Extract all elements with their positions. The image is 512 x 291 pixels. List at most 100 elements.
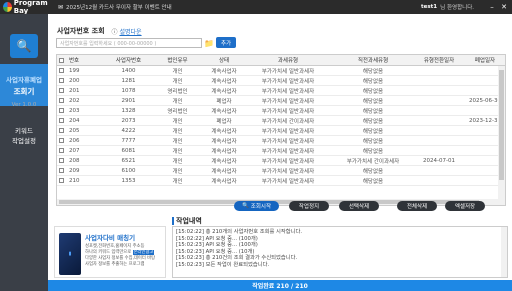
table-row[interactable]: 200 1281 개인 계속사업자 부가가치세 일반과세자 해당없음 — [57, 76, 505, 86]
table-cell: 210 — [69, 177, 80, 184]
help-link-label[interactable]: 설명다운 — [119, 29, 141, 36]
app-name: Program Bay — [13, 0, 48, 15]
title-bar: Program Bay ✉ 2025년12월 카드사 무이자 할부 이벤트 안내… — [0, 0, 512, 15]
row-checkbox[interactable] — [57, 168, 65, 173]
log-line: [15:02:23] 모든 작업이 완료되었습니다. — [176, 261, 270, 268]
table-cell: 개인 — [172, 98, 183, 105]
business-number-input[interactable]: 사업자번호를 입력하세요 ( 000-00-00000 ) — [56, 38, 202, 48]
table-cell: 부가가치세 일반과세자 — [261, 148, 315, 155]
action-bar: 🔍 조회시작 작업정지 선택삭제 전체삭제 엑셀저장 — [48, 199, 512, 213]
table-cell: 202 — [69, 97, 80, 104]
table-row[interactable]: 205 4222 개인 계속사업자 부가가치세 일반과세자 해당없음 — [57, 126, 505, 136]
column-header[interactable]: 사업자번호 — [107, 56, 150, 64]
row-checkbox[interactable] — [57, 68, 65, 73]
row-checkbox[interactable] — [57, 128, 65, 133]
column-header[interactable]: 법인유무 — [150, 56, 205, 64]
row-checkbox[interactable] — [57, 138, 65, 143]
folder-icon[interactable]: 📁 — [204, 38, 214, 48]
column-header[interactable]: 유형전환일자 — [413, 56, 465, 64]
row-checkbox[interactable] — [57, 158, 65, 163]
section-header: 사업자번호 조회 ⓘ 설명다운 — [57, 26, 142, 36]
table-cell: 해당없음 — [362, 168, 384, 175]
column-header[interactable]: 과세유형 — [243, 56, 333, 64]
table-cell: 6100 — [121, 167, 136, 174]
close-icon: ✕ — [501, 3, 507, 11]
promo-title: 사업자다비 매칭기 — [85, 234, 136, 242]
table-cell: 개인 — [172, 138, 183, 145]
table-cell: 부가가치세 일반과세자 — [261, 158, 315, 165]
results-table: 번호 사업자번호 법인유무 상태 과세유형 직전과세유형 유형전환일자 폐업일자… — [56, 54, 506, 206]
notice-banner[interactable]: ✉ 2025년12월 카드사 무이자 할부 이벤트 안내 — [58, 3, 172, 12]
user-name: test1 — [421, 4, 438, 10]
row-checkbox[interactable] — [57, 148, 65, 153]
row-checkbox[interactable] — [57, 78, 65, 83]
help-link[interactable]: ⓘ 설명다운 — [112, 27, 142, 36]
sidebar-item-label: 키워드 — [15, 127, 33, 135]
column-header[interactable]: 직전과세유형 — [333, 56, 413, 64]
log-output[interactable]: [15:02:22] 총 210개의 사업자번호 조회를 시작합니다. [15:… — [172, 226, 508, 278]
table-cell: 부가가치세 일반과세자 — [261, 98, 315, 105]
table-cell: 2024-07-01 — [423, 157, 455, 164]
table-row[interactable]: 210 1353 개인 계속사업자 부가가치세 일반과세자 해당없음 — [57, 176, 505, 186]
row-checkbox[interactable] — [57, 118, 65, 123]
vertical-scrollbar[interactable] — [498, 66, 505, 205]
notice-text[interactable]: 2025년12월 카드사 무이자 할부 이벤트 안내 — [66, 3, 172, 11]
row-checkbox[interactable] — [57, 108, 65, 113]
promo-text: 사업자 정보를 추출하는 프로그램 — [85, 262, 145, 267]
table-cell: 개인 — [172, 168, 183, 175]
table-cell: 영리법인 — [167, 88, 188, 95]
table-cell: 1281 — [121, 77, 136, 84]
add-button[interactable]: 추가 — [216, 37, 236, 48]
delete-all-button[interactable]: 전체삭제 — [397, 201, 437, 211]
sidebar-item-keyword-settings[interactable]: 키워드 작업설정 — [0, 126, 48, 146]
table-cell: 207 — [69, 147, 80, 154]
table-row[interactable]: 199 1400 개인 계속사업자 부가가치세 일반과세자 해당없음 — [57, 66, 505, 76]
row-checkbox[interactable] — [57, 178, 65, 183]
table-cell: 부가가치세 간이과세자 — [261, 118, 315, 125]
select-all-checkbox[interactable] — [57, 57, 65, 63]
table-row[interactable]: 209 6100 개인 계속사업자 부가가치세 일반과세자 해당없음 — [57, 166, 505, 176]
table-cell: 해당없음 — [362, 88, 384, 95]
log-scrollbar[interactable] — [501, 227, 507, 277]
row-checkbox[interactable] — [57, 88, 65, 93]
table-cell: 해당없음 — [362, 138, 384, 145]
sidebar-item-business-lookup[interactable]: 사업자휴폐업 조회기 — [0, 64, 48, 106]
row-checkbox[interactable] — [57, 98, 65, 103]
scroll-thumb[interactable] — [499, 70, 504, 180]
table-header: 번호 사업자번호 법인유무 상태 과세유형 직전과세유형 유형전환일자 폐업일자 — [57, 55, 505, 66]
table-row[interactable]: 207 6081 개인 계속사업자 부가가치세 일반과세자 해당없음 — [57, 146, 505, 156]
table-cell: 계속사업자 — [211, 138, 237, 145]
table-cell: 해당없음 — [362, 68, 384, 75]
table-cell: 6081 — [121, 147, 136, 154]
table-cell: 개인 — [172, 118, 183, 125]
table-cell: 203 — [69, 107, 80, 114]
table-row[interactable]: 203 1328 영리법인 계속사업자 부가가치세 일반과세자 해당없음 — [57, 106, 505, 116]
table-cell: 개인 — [172, 128, 183, 135]
column-header[interactable]: 폐업일자 — [465, 56, 505, 64]
delete-selected-button[interactable]: 선택삭제 — [339, 201, 379, 211]
table-body: 199 1400 개인 계속사업자 부가가치세 일반과세자 해당없음 200 1281 개인 계속… — [57, 66, 505, 186]
logo-icon — [3, 2, 12, 12]
column-header[interactable]: 번호 — [65, 56, 107, 64]
table-row[interactable]: 202 2901 개인 폐업자 부가가치세 일반과세자 해당없음 2025-06-30 — [57, 96, 505, 106]
table-row[interactable]: 208 6521 개인 계속사업자 부가가치세 일반과세자 부가가치세 간이과세자 2024… — [57, 156, 505, 166]
table-cell: 209 — [69, 167, 80, 174]
table-row[interactable]: 204 2073 개인 폐업자 부가가치세 간이과세자 해당없음 2023-12-31 — [57, 116, 505, 126]
table-row[interactable]: 206 7777 개인 계속사업자 부가가치세 일반과세자 해당없음 — [57, 136, 505, 146]
table-cell: 폐업자 — [216, 118, 232, 125]
greeting-text: 님 환영합니다. — [440, 5, 474, 11]
minimize-button[interactable]: – — [486, 0, 498, 14]
promo-banner[interactable]: ▮ 사업자다비 매칭기 성포켓,전화번호,홈페이지 주소등 하나의 키워드 입력… — [54, 226, 166, 278]
table-row[interactable]: 201 1078 영리법인 계속사업자 부가가치세 일반과세자 해당없음 — [57, 86, 505, 96]
excel-save-button[interactable]: 엑셀저장 — [445, 201, 485, 211]
column-header[interactable]: 상태 — [205, 56, 243, 64]
table-cell: 200 — [69, 77, 80, 84]
stop-button[interactable]: 작업정지 — [289, 201, 329, 211]
table-cell: 계속사업자 — [211, 168, 237, 175]
sidebar: 🔍 사업자휴폐업 조회기 Ver 1.0.0 키워드 작업설정 — [0, 14, 48, 291]
close-button[interactable]: ✕ — [498, 0, 510, 14]
app-logo: Program Bay — [0, 0, 58, 15]
table-cell: 개인 — [172, 178, 183, 185]
start-query-button[interactable]: 🔍 조회시작 — [234, 201, 279, 211]
table-cell: 부가가치세 일반과세자 — [261, 78, 315, 85]
